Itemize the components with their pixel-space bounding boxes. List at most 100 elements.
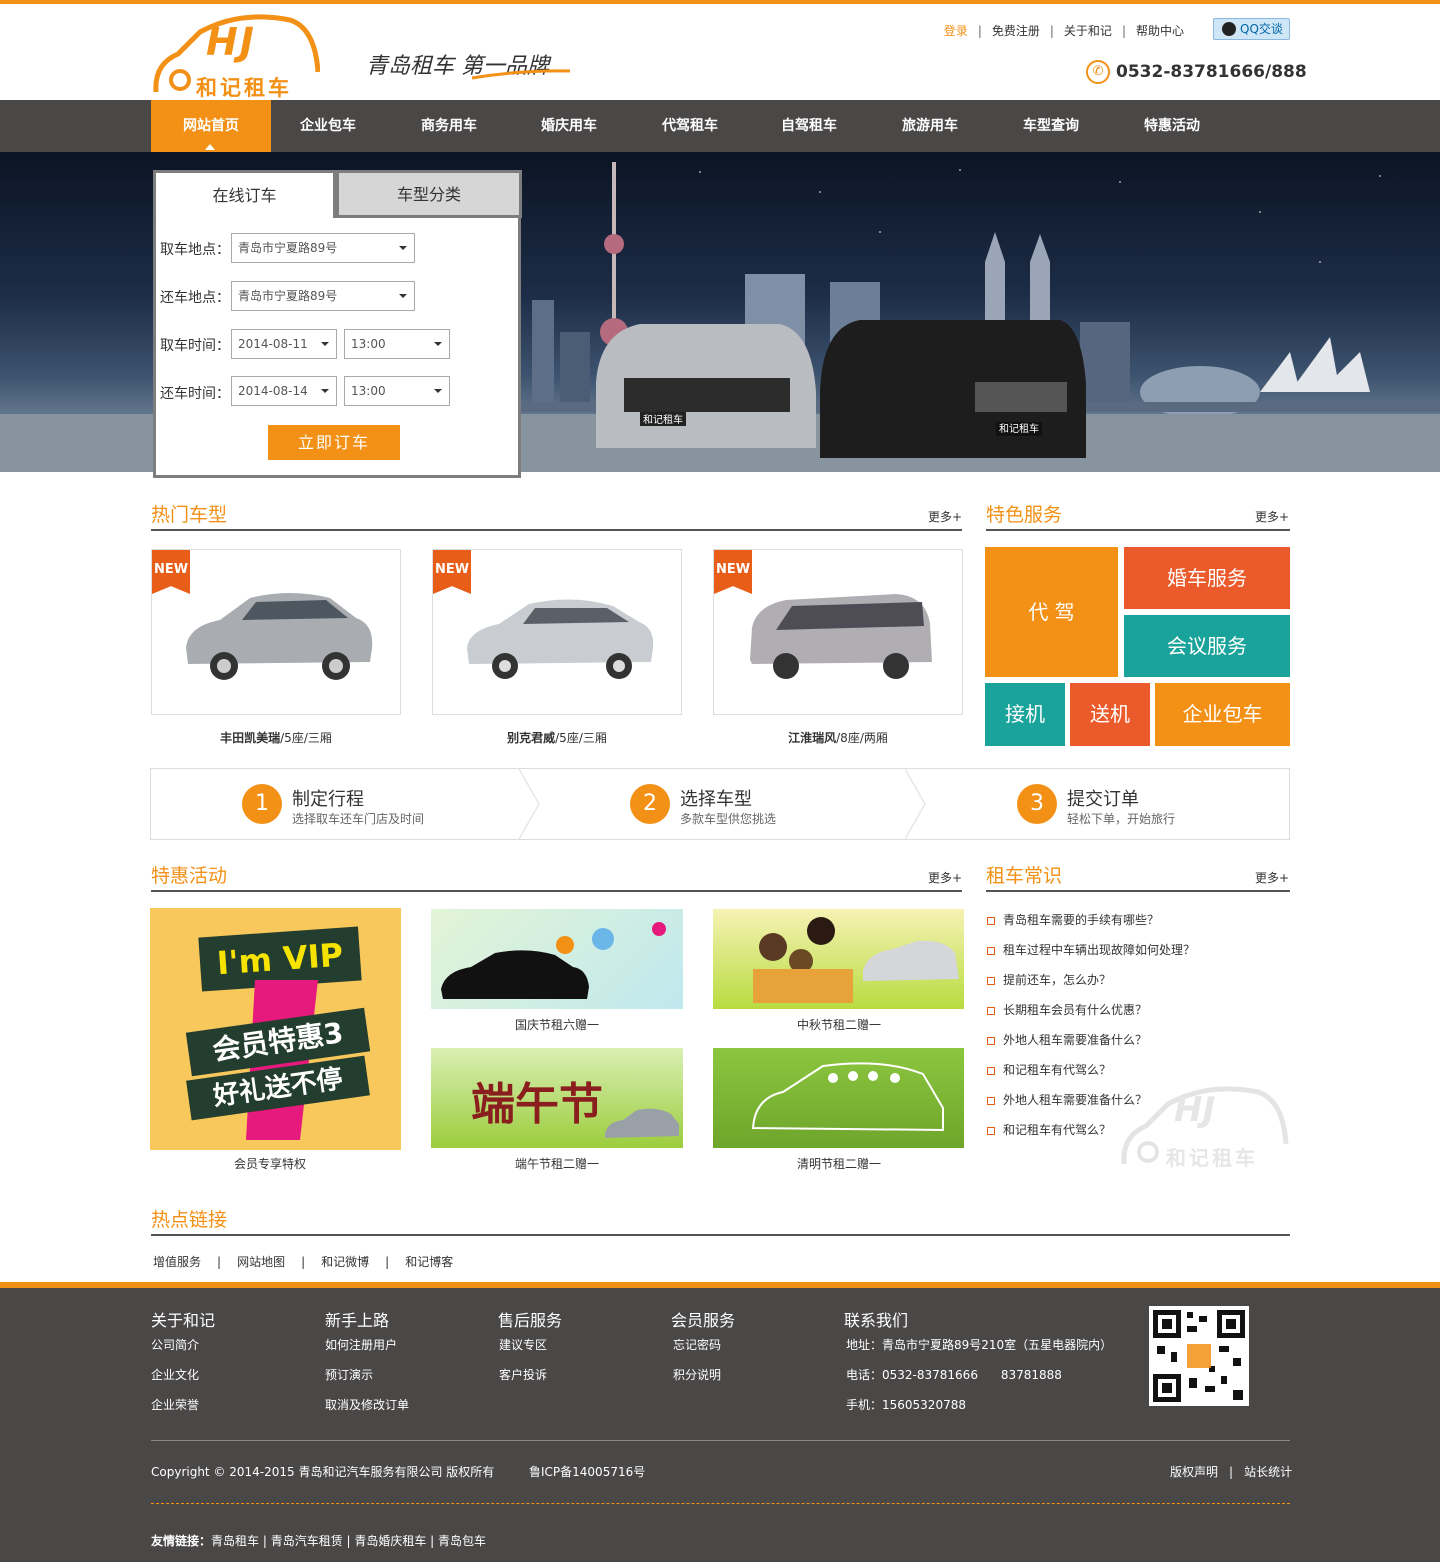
hot-cars-more-link[interactable]: 更多+ bbox=[928, 508, 962, 525]
step-1-number: 1 bbox=[242, 784, 282, 824]
service-chauffeur-tile[interactable]: 代 驾 bbox=[985, 547, 1118, 677]
logo[interactable]: HJ 和记租车 bbox=[150, 12, 321, 100]
nav-chauffeur[interactable]: 代驾租车 bbox=[630, 100, 750, 152]
service-conference-tile[interactable]: 会议服务 bbox=[1124, 615, 1290, 677]
about-link[interactable]: 关于和记 bbox=[1054, 24, 1122, 38]
return-hour-select[interactable]: 13:00 bbox=[344, 376, 450, 406]
hotlink-item[interactable]: 增值服务 bbox=[153, 1255, 201, 1269]
car-image bbox=[186, 593, 373, 680]
tip-item[interactable]: 青岛租车需要的手续有哪些？ bbox=[987, 911, 1159, 928]
car-name: 丰田凯美瑞 bbox=[220, 731, 281, 745]
services-more-link[interactable]: 更多+ bbox=[1255, 508, 1289, 525]
tip-item[interactable]: 外地人租车需要准备什么？ bbox=[987, 1031, 1147, 1048]
promotions-more-link[interactable]: 更多+ bbox=[928, 869, 962, 886]
site-stats-link[interactable]: 站长统计 bbox=[1244, 1465, 1292, 1479]
qq-chat-button[interactable]: QQ交谈 bbox=[1213, 18, 1290, 40]
return-date-select[interactable]: 2014-08-14 bbox=[231, 376, 337, 406]
return-place-select[interactable]: 青岛市宁夏路89号 bbox=[231, 281, 415, 311]
footer-link[interactable]: 建议专区 bbox=[499, 1336, 547, 1353]
friend-links-list[interactable]: 青岛租车 | 青岛汽车租赁 | 青岛婚庆租车 | 青岛包车 bbox=[211, 1534, 486, 1548]
promotions-title: 特惠活动 bbox=[151, 865, 228, 887]
footer-link[interactable]: 企业文化 bbox=[151, 1366, 199, 1383]
hotlink-item[interactable]: 和记微博 bbox=[321, 1255, 369, 1269]
promo-qingming-image[interactable] bbox=[713, 1048, 964, 1148]
footer-link[interactable]: 企业荣誉 bbox=[151, 1396, 199, 1413]
promo-caption-vip[interactable]: 会员专享特权 bbox=[150, 1155, 390, 1172]
friend-links: 友情链接：青岛租车 | 青岛汽车租赁 | 青岛婚庆租车 | 青岛包车 bbox=[151, 1532, 486, 1549]
tip-item[interactable]: 外地人租车需要准备什么？ bbox=[987, 1091, 1147, 1108]
tip-item[interactable]: 和记租车有代驾么？ bbox=[987, 1121, 1111, 1138]
hot-cars-divider bbox=[151, 529, 962, 531]
tip-item[interactable]: 提前还车，怎么办？ bbox=[987, 971, 1111, 988]
promo-dragon-boat-image[interactable]: 端午节 bbox=[431, 1048, 683, 1148]
service-corporate-tile[interactable]: 企业包车 bbox=[1155, 683, 1290, 746]
footer-link[interactable]: 预订演示 bbox=[325, 1366, 373, 1383]
footer-dashed-divider bbox=[151, 1503, 1290, 1504]
nav-car-query[interactable]: 车型查询 bbox=[991, 100, 1111, 152]
step-arrow-divider bbox=[518, 769, 540, 839]
hotlink-item[interactable]: 和记博客 bbox=[405, 1255, 453, 1269]
copyright: Copyright © 2014-2015 青岛和记汽车服务有限公司 版权所有 bbox=[151, 1465, 495, 1479]
icp-number[interactable]: 鲁ICP备14005716号 bbox=[529, 1463, 645, 1480]
pickup-date-select[interactable]: 2014-08-11 bbox=[231, 329, 337, 359]
tips-title: 租车常识 bbox=[986, 865, 1063, 887]
footer-link[interactable]: 忘记密码 bbox=[673, 1336, 721, 1353]
pickup-hour-select[interactable]: 13:00 bbox=[344, 329, 450, 359]
car-card-regal[interactable]: NEW bbox=[432, 549, 682, 715]
service-airport-pickup-tile[interactable]: 接机 bbox=[985, 683, 1065, 746]
car-card-refine[interactable]: NEW bbox=[713, 549, 963, 715]
promo-caption-national-day[interactable]: 国庆节租六赠一 bbox=[431, 1016, 683, 1033]
nav-self-drive[interactable]: 自驾租车 bbox=[749, 100, 869, 152]
nav-travel[interactable]: 旅游用车 bbox=[870, 100, 990, 152]
pickup-place-select[interactable]: 青岛市宁夏路89号 bbox=[231, 233, 415, 263]
footer-link[interactable]: 公司简介 bbox=[151, 1336, 199, 1353]
tab-online-booking[interactable]: 在线订车 bbox=[153, 170, 336, 218]
footer-col-aftersales-head: 售后服务 bbox=[498, 1311, 563, 1330]
tips-more-link[interactable]: 更多+ bbox=[1255, 869, 1289, 886]
silver-suv bbox=[596, 324, 816, 448]
promo-caption-mid-autumn[interactable]: 中秋节租二赠一 bbox=[713, 1016, 965, 1033]
promo-car-image bbox=[605, 1108, 679, 1138]
hotlink-item[interactable]: 网站地图 bbox=[237, 1255, 285, 1269]
promo-mid-autumn-image[interactable] bbox=[713, 909, 964, 1009]
footer-col-member-head: 会员服务 bbox=[671, 1311, 736, 1330]
promo-caption-qingming[interactable]: 清明节租二赠一 bbox=[713, 1155, 965, 1172]
login-link[interactable]: 登录 bbox=[934, 24, 978, 38]
promo-caption-dragon-boat[interactable]: 端午节租二赠一 bbox=[431, 1155, 683, 1172]
tip-item[interactable]: 租车过程中车辆出现故障如何处理？ bbox=[987, 941, 1195, 958]
service-airport-dropoff-tile[interactable]: 送机 bbox=[1070, 683, 1150, 746]
tab-car-category[interactable]: 车型分类 bbox=[336, 170, 522, 218]
nav-specials[interactable]: 特惠活动 bbox=[1112, 100, 1232, 152]
car-card-camry[interactable]: NEW bbox=[151, 549, 401, 715]
service-wedding-tile[interactable]: 婚车服务 bbox=[1124, 547, 1290, 609]
link-icon bbox=[987, 1006, 995, 1015]
promo-car-image bbox=[441, 922, 666, 999]
car-image bbox=[750, 594, 932, 679]
nav-enterprise[interactable]: 企业包车 bbox=[268, 100, 388, 152]
link-icon bbox=[987, 1066, 995, 1075]
promo-vip-image[interactable]: I'm VIP 会员特惠3 好礼送不停 bbox=[150, 908, 401, 1150]
footer-link[interactable]: 取消及修改订单 bbox=[325, 1396, 409, 1413]
footer-link[interactable]: 如何注册用户 bbox=[325, 1336, 397, 1353]
promo-national-day-image[interactable] bbox=[431, 909, 683, 1009]
logo-name: 和记租车 bbox=[196, 76, 292, 100]
hotline: ✆ 0532-83781666/888 bbox=[1086, 60, 1307, 84]
tip-item[interactable]: 长期租车会员有什么优惠？ bbox=[987, 1001, 1147, 1018]
car-caption-regal[interactable]: 别克君威/5座/三厢 bbox=[432, 729, 682, 746]
car-caption-camry[interactable]: 丰田凯美瑞/5座/三厢 bbox=[151, 729, 401, 746]
phone-icon: ✆ bbox=[1086, 60, 1110, 84]
hotlinks-title: 热点链接 bbox=[151, 1209, 228, 1231]
car-caption-refine[interactable]: 江淮瑞风/8座/两厢 bbox=[713, 729, 963, 746]
tip-item[interactable]: 和记租车有代驾么？ bbox=[987, 1061, 1111, 1078]
register-link[interactable]: 免费注册 bbox=[982, 24, 1050, 38]
footer-link[interactable]: 客户投诉 bbox=[499, 1366, 547, 1383]
nav-business[interactable]: 商务用车 bbox=[389, 100, 509, 152]
copyright-statement-link[interactable]: 版权声明 bbox=[1170, 1465, 1218, 1479]
car-spec: /8座/两厢 bbox=[836, 731, 888, 745]
nav-wedding[interactable]: 婚庆用车 bbox=[509, 100, 629, 152]
footer-link[interactable]: 积分说明 bbox=[673, 1366, 721, 1383]
return-time-label: 还车时间： bbox=[160, 386, 230, 402]
book-now-button[interactable]: 立即订车 bbox=[268, 425, 400, 460]
link-icon bbox=[987, 946, 995, 955]
help-link[interactable]: 帮助中心 bbox=[1126, 24, 1194, 38]
